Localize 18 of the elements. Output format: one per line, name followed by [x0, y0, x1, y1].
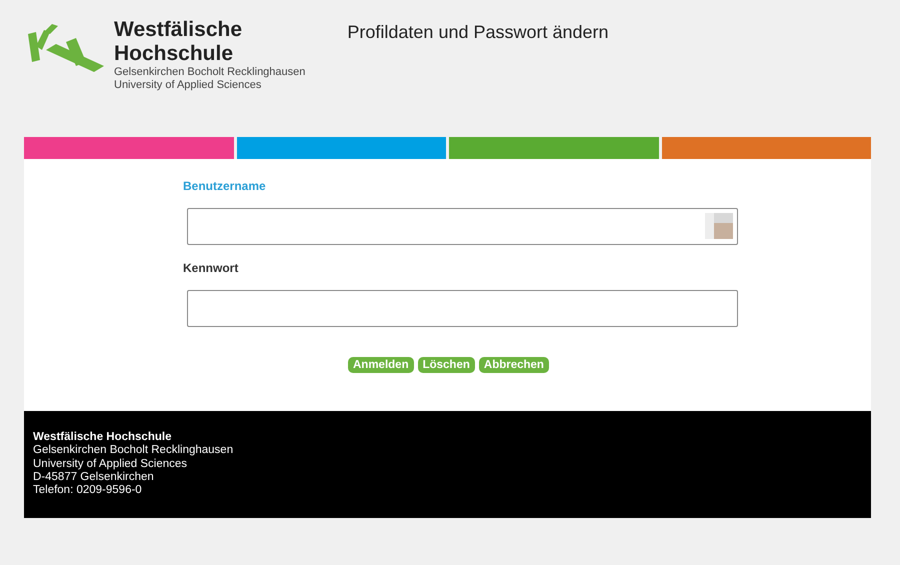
form-button[interactable]: Anmelden [348, 357, 414, 373]
autofill-icon[interactable] [705, 213, 733, 239]
field-label: Kennwort [183, 261, 240, 275]
footer-line: Westfälische Hochschule [33, 431, 172, 444]
field-label: Benutzername [183, 179, 267, 193]
logo-subtitle: University of Applied Sciences [114, 79, 262, 92]
footer-line: University of Applied Sciences [33, 458, 188, 471]
footer-line: Gelsenkirchen Bocholt Recklinghausen [33, 444, 234, 458]
form-button[interactable]: Löschen [418, 357, 475, 373]
input-field[interactable] [187, 290, 738, 327]
page-title: Profildaten und Passwort ändern [347, 22, 609, 44]
footer-line: Telefon: 0209-9596-0 [33, 484, 143, 498]
logo-name: Westfälische [114, 18, 243, 42]
footer-line: D-45877 Gelsenkirchen [33, 470, 155, 484]
logo-name: Hochschule [114, 42, 234, 66]
logo-locations: Gelsenkirchen Bocholt Recklinghausen [114, 66, 306, 79]
form-button[interactable]: Abbrechen [478, 357, 549, 373]
input-field[interactable] [187, 208, 738, 245]
